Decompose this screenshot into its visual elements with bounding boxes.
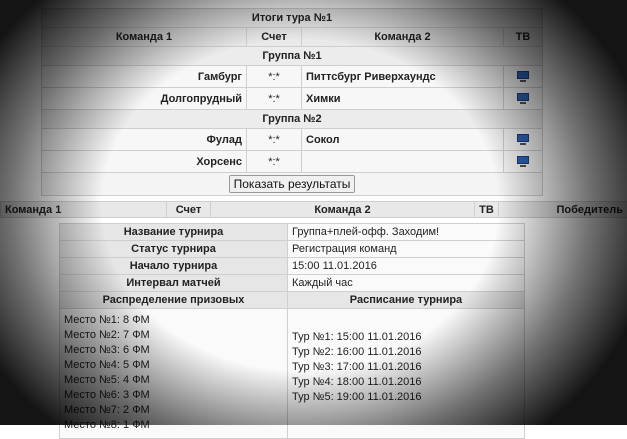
col-score-header: Счет	[167, 202, 211, 218]
tournament-info-table: Название турнира Группа+плей-офф. Заходи…	[59, 223, 525, 439]
list-item: Место №5: 4 ФМ	[64, 373, 283, 388]
col-team1-header: Команда 1	[42, 28, 247, 47]
list-item: Место №6: 3 ФМ	[64, 388, 283, 403]
match-score: *:*	[247, 88, 302, 110]
prize-list: Место №1: 8 ФМ Место №2: 7 ФМ Место №3: …	[64, 313, 283, 433]
list-item: Тур №1: 15:00 11.01.2016	[292, 330, 520, 345]
match-row: Гамбург *:* Питтсбург Риверхаундс	[42, 66, 543, 88]
match-score: *:*	[247, 66, 302, 88]
match-row: Долгопрудный *:* Химки	[42, 88, 543, 110]
list-item: Место №7: 2 ФМ	[64, 403, 283, 418]
team1-name: Фулад	[42, 129, 247, 151]
tv-icon[interactable]	[517, 134, 529, 146]
tournament-status-value: Регистрация команд	[288, 241, 525, 258]
team1-name: Долгопрудный	[42, 88, 247, 110]
col-team1-header: Команда 1	[1, 202, 167, 218]
tour-results-table: Итоги тура №1 Команда 1 Счет Команда 2 Т…	[41, 8, 543, 196]
match-interval-label: Интервал матчей	[60, 275, 288, 292]
tournament-status-label: Статус турнира	[60, 241, 288, 258]
match-interval-value: Каждый час	[288, 275, 525, 292]
col-winner-header: Победитель	[499, 202, 627, 218]
list-item: Тур №2: 16:00 11.01.2016	[292, 345, 520, 360]
col-team2-header: Команда 2	[302, 28, 504, 47]
team2-name: Питтсбург Риверхаундс	[302, 66, 504, 88]
matches-header: Команда 1 Счет Команда 2 ТВ Победитель	[0, 201, 627, 218]
show-results-button[interactable]: Показать результаты	[229, 175, 356, 193]
list-item: Место №8: 1 ФМ	[64, 418, 283, 433]
match-score: *:*	[247, 129, 302, 151]
team2-name: Химки	[302, 88, 504, 110]
team2-name: Сокол	[302, 129, 504, 151]
list-item: Тур №5: 19:00 11.01.2016	[292, 390, 520, 405]
list-item: Место №1: 8 ФМ	[64, 313, 283, 328]
tv-icon[interactable]	[517, 93, 529, 105]
col-score-header: Счет	[247, 28, 302, 47]
schedule-list: Тур №1: 15:00 11.01.2016 Тур №2: 16:00 1…	[292, 330, 520, 405]
group-title: Группа №2	[42, 110, 543, 129]
tournament-name-value: Группа+плей-офф. Заходим!	[288, 224, 525, 241]
match-score: *:*	[247, 151, 302, 173]
list-item: Место №2: 7 ФМ	[64, 328, 283, 343]
col-tv-header: ТВ	[504, 28, 543, 47]
tv-icon[interactable]	[517, 71, 529, 83]
tournament-name-label: Название турнира	[60, 224, 288, 241]
list-item: Место №4: 5 ФМ	[64, 358, 283, 373]
group-title: Группа №1	[42, 47, 543, 66]
match-row: Фулад *:* Сокол	[42, 129, 543, 151]
prize-distribution-header: Распределение призовых	[60, 292, 288, 309]
tournament-start-value: 15:00 11.01.2016	[288, 258, 525, 275]
team1-name: Хорсенс	[42, 151, 247, 173]
tournament-start-label: Начало турнира	[60, 258, 288, 275]
list-item: Тур №4: 18:00 11.01.2016	[292, 375, 520, 390]
tournament-schedule-header: Расписание турнира	[288, 292, 525, 309]
team1-name: Гамбург	[42, 66, 247, 88]
match-row: Хорсенс *:*	[42, 151, 543, 173]
team2-name	[302, 151, 504, 173]
col-tv-header: ТВ	[475, 202, 499, 218]
tour-title: Итоги тура №1	[42, 9, 543, 28]
col-team2-header: Команда 2	[211, 202, 475, 218]
list-item: Тур №3: 17:00 11.01.2016	[292, 360, 520, 375]
tv-icon[interactable]	[517, 156, 529, 168]
list-item: Место №3: 6 ФМ	[64, 343, 283, 358]
